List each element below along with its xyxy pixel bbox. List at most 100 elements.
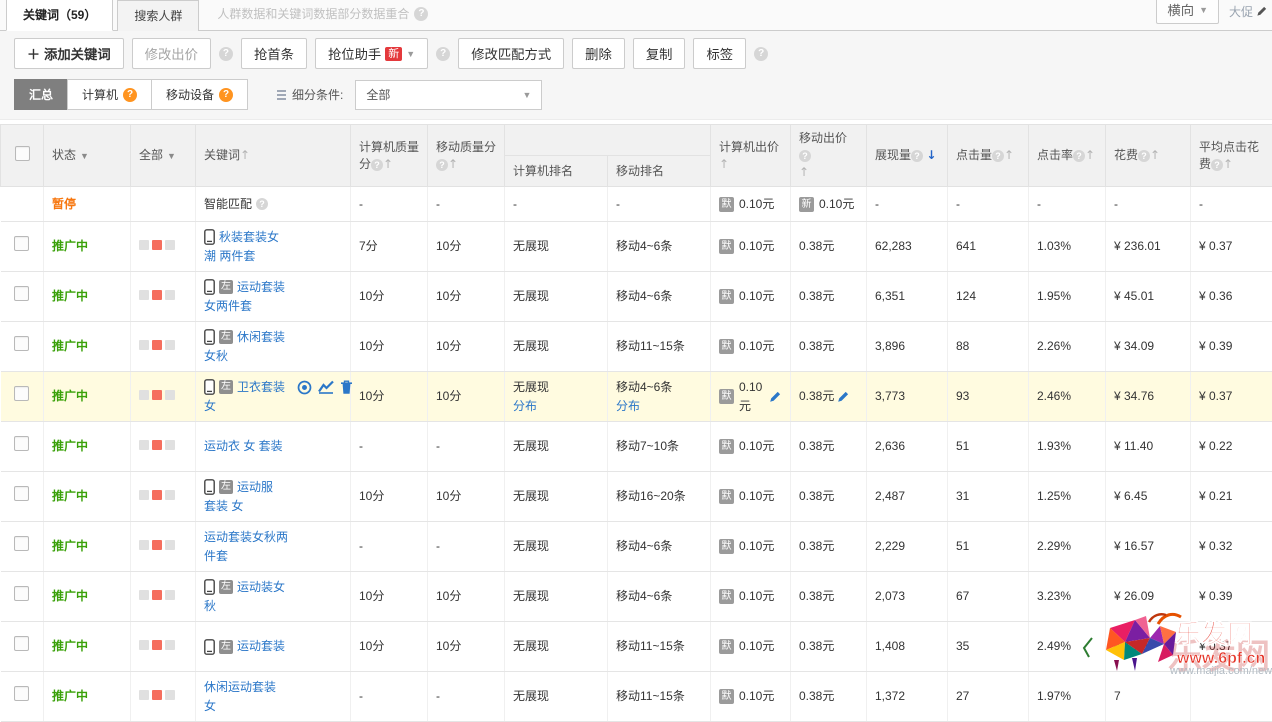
help-icon[interactable]: ? (911, 150, 923, 162)
layout-toggle-button[interactable]: 横向 ▼ (1156, 0, 1219, 24)
row-select-cell[interactable] (1, 472, 44, 522)
col-pc-quality[interactable]: 计算机质量分?↑ (351, 125, 428, 187)
modify-bid-button[interactable]: 修改出价 (132, 38, 211, 69)
col-keyword[interactable]: 关键词↑ (196, 125, 351, 187)
sort-up-icon[interactable]: ↑ (1150, 148, 1160, 162)
keyword-link[interactable]: 女两件套 (204, 299, 252, 313)
delete-button[interactable]: 删除 (572, 38, 625, 69)
help-icon[interactable]: ? (799, 150, 811, 162)
filter-caret-icon[interactable]: ▼ (167, 151, 176, 161)
keyword-link[interactable]: 潮 两件套 (204, 249, 255, 263)
tag-button[interactable]: 标签 (693, 38, 746, 69)
rank-assistant-button[interactable]: 抢位助手 新 ▼ (315, 38, 428, 69)
keyword-link[interactable]: 运动套装女秋两 (204, 528, 288, 547)
row-select-cell[interactable] (1, 372, 44, 422)
chart-icon[interactable] (318, 380, 334, 394)
sort-down-icon[interactable]: ↓ (926, 148, 936, 162)
help-icon[interactable]: ? (436, 47, 450, 61)
row-checkbox[interactable] (14, 436, 29, 451)
help-icon[interactable]: ? (1211, 159, 1223, 171)
keyword-link[interactable]: 女 (204, 399, 216, 413)
keyword-link[interactable]: 运动服 (237, 478, 273, 497)
copy-button[interactable]: 复制 (633, 38, 686, 69)
edit-pencil-icon[interactable] (769, 390, 782, 403)
keyword-link[interactable]: 卫衣套装 (237, 378, 285, 397)
keyword-link[interactable]: 秋装套装女 (219, 228, 279, 247)
row-select-cell[interactable] (1, 222, 44, 272)
modify-match-button[interactable]: 修改匹配方式 (458, 38, 564, 69)
sort-up-icon[interactable]: ↑ (1004, 148, 1014, 162)
help-icon[interactable]: ? (219, 88, 233, 102)
help-icon[interactable]: ? (219, 47, 233, 61)
col-impressions[interactable]: 展现量? ↓ (867, 125, 948, 187)
help-icon[interactable]: ? (256, 198, 268, 210)
sort-up-icon[interactable]: ↑ (799, 165, 809, 179)
help-icon[interactable]: ? (1073, 150, 1085, 162)
sort-up-icon[interactable]: ↑ (448, 157, 458, 171)
sort-up-icon[interactable]: ↑ (1085, 148, 1095, 162)
col-cost[interactable]: 花费?↑ (1106, 125, 1191, 187)
tab-mobile[interactable]: 移动设备 ? (151, 79, 248, 110)
row-checkbox[interactable] (14, 686, 29, 701)
help-icon[interactable]: ? (754, 47, 768, 61)
keyword-link[interactable]: 休闲套装 (237, 328, 285, 347)
row-select-cell[interactable] (1, 672, 44, 722)
campaign-name-edit[interactable]: 大促 (1229, 0, 1268, 20)
row-checkbox[interactable] (14, 336, 29, 351)
row-checkbox[interactable] (14, 586, 29, 601)
row-checkbox[interactable] (14, 536, 29, 551)
grab-first-button[interactable]: 抢首条 (241, 38, 307, 69)
help-icon[interactable]: ? (992, 150, 1004, 162)
keyword-link[interactable]: 运动套装 (237, 278, 285, 297)
edit-pencil-icon[interactable] (837, 390, 850, 403)
sort-up-icon[interactable]: ↑ (1223, 157, 1233, 171)
help-icon[interactable]: ? (436, 159, 448, 171)
col-pc-rank[interactable]: 计算机排名 (505, 156, 608, 187)
sort-up-icon[interactable]: ↑ (383, 157, 393, 171)
keyword-link[interactable]: 运动衣 女 套装 (204, 437, 283, 456)
col-all[interactable]: 全部▼ (131, 125, 196, 187)
col-ctr[interactable]: 点击率?↑ (1029, 125, 1106, 187)
row-checkbox[interactable] (14, 486, 29, 501)
help-icon[interactable]: ? (1138, 150, 1150, 162)
keyword-link[interactable]: 套装 女 (204, 499, 243, 513)
row-checkbox[interactable] (14, 386, 29, 401)
row-select-cell[interactable] (1, 572, 44, 622)
keyword-link[interactable]: 女 (204, 699, 216, 713)
col-status[interactable]: 状态▼ (44, 125, 131, 187)
help-icon[interactable]: ? (414, 7, 428, 21)
keyword-link[interactable]: 休闲运动套装 (204, 678, 276, 697)
tab-search-audience[interactable]: 搜索人群 (117, 0, 199, 31)
keyword-link[interactable]: 运动装女 (237, 578, 285, 597)
keyword-link[interactable]: 件套 (204, 549, 228, 563)
row-select-cell[interactable] (1, 422, 44, 472)
row-checkbox[interactable] (14, 636, 29, 651)
col-clicks[interactable]: 点击量?↑ (948, 125, 1029, 187)
col-mobile-quality[interactable]: 移动质量分?↑ (428, 125, 505, 187)
filter-caret-icon[interactable]: ▼ (80, 151, 89, 161)
tab-summary[interactable]: 汇总 (14, 79, 68, 110)
col-pc-bid[interactable]: 计算机出价↑ (711, 125, 791, 187)
select-all-checkbox[interactable] (15, 146, 30, 161)
distribution-link[interactable]: 分布 (616, 399, 640, 413)
trash-icon[interactable] (340, 380, 353, 395)
col-mobile-rank[interactable]: 移动排名 (608, 156, 711, 187)
target-icon[interactable] (297, 380, 312, 395)
row-select-cell[interactable] (1, 322, 44, 372)
keyword-link[interactable]: 女秋 (204, 349, 228, 363)
tab-keywords[interactable]: 关键词（59） (6, 0, 113, 31)
keyword-link[interactable]: 秋 (204, 599, 216, 613)
edit-pencil-icon[interactable] (1256, 5, 1268, 17)
row-select-cell[interactable] (1, 622, 44, 672)
distribution-link[interactable]: 分布 (513, 399, 537, 413)
condition-select[interactable]: 全部 ▼ (355, 80, 542, 110)
tab-computer[interactable]: 计算机 ? (67, 79, 152, 110)
col-mobile-bid[interactable]: 移动出价?↑ (791, 125, 867, 187)
add-keyword-button[interactable]: ＋ 添加关键词 (14, 38, 124, 69)
select-all-cell[interactable] (1, 125, 44, 187)
help-icon[interactable]: ? (123, 88, 137, 102)
row-select-cell[interactable] (1, 522, 44, 572)
col-avg-cost[interactable]: 平均点击花费?↑ (1191, 125, 1272, 187)
sort-up-icon[interactable]: ↑ (240, 148, 250, 162)
row-checkbox[interactable] (14, 236, 29, 251)
